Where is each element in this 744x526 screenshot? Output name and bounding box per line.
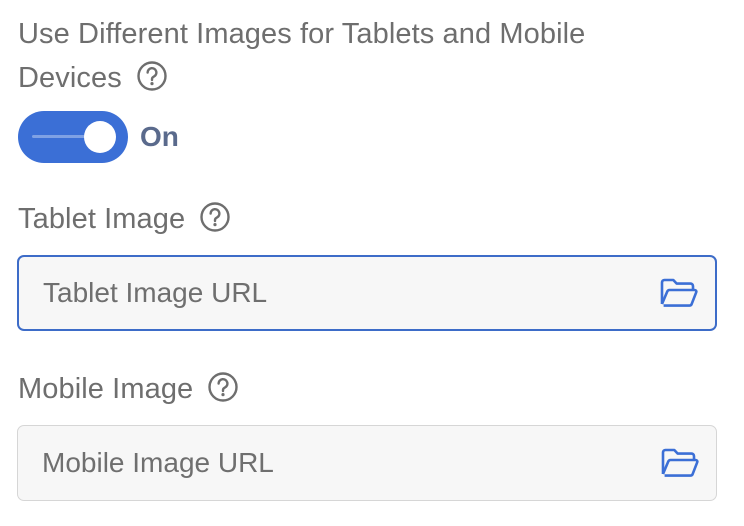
toggle-state-label: On bbox=[140, 121, 179, 152]
question-circle-icon[interactable] bbox=[136, 60, 168, 92]
folder-open-icon[interactable] bbox=[660, 446, 700, 480]
setting-heading: Use Different Images for Tablets and Mob… bbox=[18, 12, 718, 100]
mobile-image-url-input[interactable]: Mobile Image URL bbox=[17, 425, 717, 501]
setting-heading-line2: Devices bbox=[18, 56, 718, 100]
mobile-image-url-placeholder: Mobile Image URL bbox=[42, 447, 274, 478]
setting-heading-line2-text: Devices bbox=[18, 62, 122, 94]
tablet-image-label-row: Tablet Image bbox=[18, 197, 231, 241]
toggle-knob bbox=[84, 121, 116, 153]
question-circle-icon[interactable] bbox=[199, 201, 231, 233]
question-circle-icon[interactable] bbox=[207, 371, 239, 403]
folder-open-icon[interactable] bbox=[659, 276, 699, 310]
tablet-image-url-input[interactable]: Tablet Image URL bbox=[17, 255, 717, 331]
tablet-image-label: Tablet Image bbox=[18, 203, 186, 235]
setting-heading-line1: Use Different Images for Tablets and Mob… bbox=[18, 18, 586, 50]
tablet-image-url-placeholder: Tablet Image URL bbox=[43, 277, 268, 308]
device-images-toggle-row: On bbox=[18, 110, 179, 164]
mobile-image-label: Mobile Image bbox=[18, 373, 194, 405]
device-images-toggle[interactable] bbox=[18, 111, 128, 163]
mobile-image-label-row: Mobile Image bbox=[18, 367, 239, 411]
